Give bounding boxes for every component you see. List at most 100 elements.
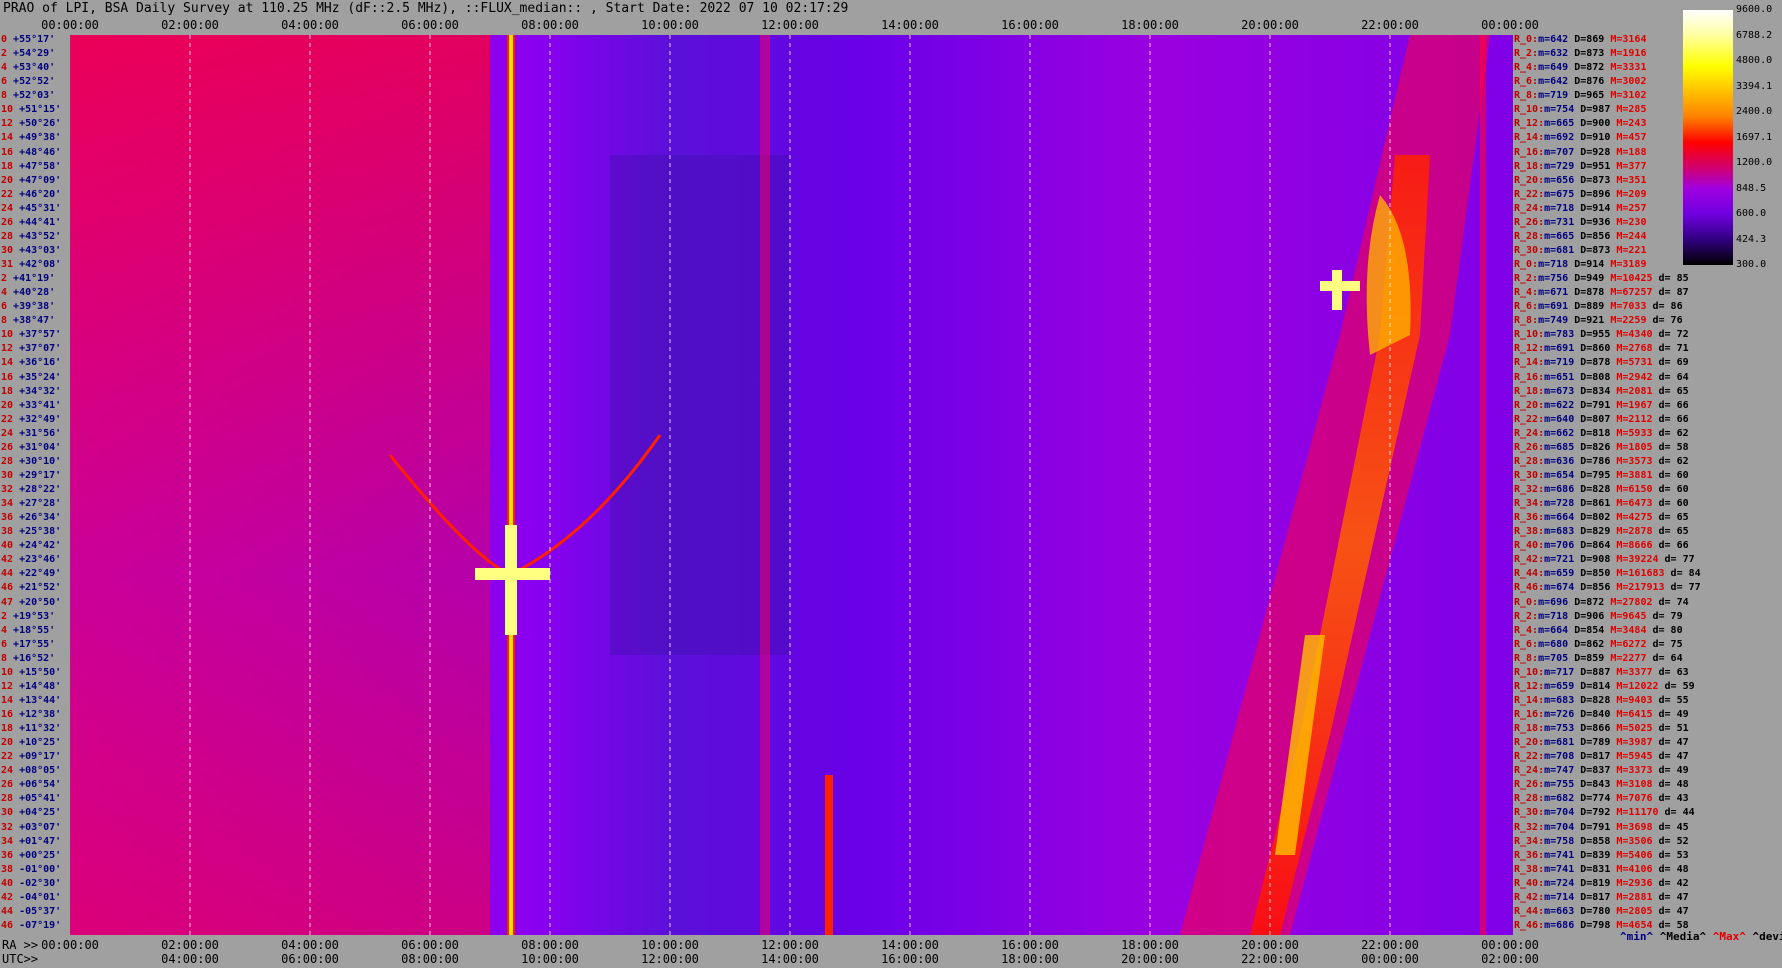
x-top-tick: 00:00:00 xyxy=(1481,18,1539,32)
x-utc-tick: 02:00:00 xyxy=(1481,952,1539,966)
stats-row: R_0:m=718 D=914 M=3189 xyxy=(1514,259,1647,270)
stats-row: R_42:m=721 D=908 M=39224 d= 77 xyxy=(1514,554,1695,566)
y-tick: 30 +29°17' xyxy=(1,469,62,481)
y-tick: 16 +48°46' xyxy=(1,146,62,158)
source-cygnus-v xyxy=(1332,270,1342,310)
x-ra-tick: 20:00:00 xyxy=(1241,938,1299,952)
colorbar xyxy=(1683,10,1733,265)
colorbar-tick: 848.5 xyxy=(1736,182,1767,194)
stats-row: R_28:m=682 D=774 M=7076 d= 43 xyxy=(1514,793,1689,805)
y-tick: 36 +00°25' xyxy=(1,849,62,861)
x-ra-tick: 22:00:00 xyxy=(1361,938,1419,952)
y-tick: 30 +04°25' xyxy=(1,807,62,819)
y-tick: 2 +41°19' xyxy=(1,273,56,285)
y-tick: 47 +20°50' xyxy=(1,596,62,608)
stats-row: R_12:m=659 D=814 M=12022 d= 59 xyxy=(1514,680,1695,692)
stats-row: R_40:m=706 D=864 M=8666 d= 66 xyxy=(1514,540,1689,552)
y-tick: 12 +14°48' xyxy=(1,680,62,692)
x-top-tick: 12:00:00 xyxy=(761,18,819,32)
x-top-tick: 00:00:00 xyxy=(41,18,99,32)
stats-row: R_4:m=664 D=854 M=3484 d= 80 xyxy=(1514,624,1683,636)
y-tick: 14 +49°38' xyxy=(1,132,62,144)
stats-row: R_44:m=659 D=850 M=161683 d= 84 xyxy=(1514,568,1701,580)
stats-row: R_0:m=696 D=872 M=27802 d= 74 xyxy=(1514,596,1689,608)
y-tick: 18 +34°32' xyxy=(1,385,62,397)
x-ra-tick: 16:00:00 xyxy=(1001,938,1059,952)
stats-row: R_4:m=671 D=878 M=67257 d= 87 xyxy=(1514,287,1689,299)
x-utc-tick: 08:00:00 xyxy=(401,952,459,966)
y-tick: 2 +54°29' xyxy=(1,48,56,60)
y-tick: 30 +43°03' xyxy=(1,244,62,256)
y-tick: 16 +12°38' xyxy=(1,709,62,720)
stats-row: R_22:m=675 D=896 M=209 xyxy=(1514,188,1647,200)
stats-row: R_28:m=665 D=856 M=244 xyxy=(1514,230,1647,242)
column-right xyxy=(1480,35,1486,935)
colorbar-tick: 1200.0 xyxy=(1736,157,1773,168)
stats-row: R_30:m=704 D=792 M=11170 d= 44 xyxy=(1514,807,1695,819)
stats-row: R_8:m=705 D=859 M=2277 d= 64 xyxy=(1514,652,1683,664)
y-tick: 32 +28°22' xyxy=(1,484,62,495)
y-tick: 14 +36°16' xyxy=(1,357,62,369)
stats-row: R_12:m=665 D=900 M=243 xyxy=(1514,118,1647,130)
bright-source-v xyxy=(505,525,517,635)
stats-row: R_6:m=680 D=862 M=6272 d= 75 xyxy=(1514,638,1683,650)
stats-legend: ^min^ ^Media^ ^Max^ ^devia^ xyxy=(1620,930,1782,943)
x-utc-tick: 20:00:00 xyxy=(1121,952,1179,966)
stats-row: R_26:m=685 D=826 M=1805 d= 58 xyxy=(1514,441,1689,453)
stats-row: R_16:m=651 D=808 M=2942 d= 64 xyxy=(1514,371,1689,383)
y-tick: 28 +30°10' xyxy=(1,455,62,467)
stats-legend-item: ^Max^ xyxy=(1712,930,1753,943)
stats-row: R_16:m=707 D=928 M=188 xyxy=(1514,146,1647,158)
stats-legend-item: ^min^ xyxy=(1620,930,1660,943)
y-tick: 18 +47°58' xyxy=(1,160,62,172)
y-tick: 44 +22°49' xyxy=(1,568,62,580)
x-top-tick: 04:00:00 xyxy=(281,18,339,32)
utc-prefix: UTC>> xyxy=(2,952,39,966)
x-top-tick: 06:00:00 xyxy=(401,18,459,32)
stats-row: R_46:m=674 D=856 M=217913 d= 77 xyxy=(1514,582,1701,594)
y-tick: 22 +32°49' xyxy=(1,413,62,425)
colorbar-tick: 3394.1 xyxy=(1736,80,1773,92)
stats-row: R_18:m=729 D=951 M=377 xyxy=(1514,160,1647,172)
galactic-emission-left xyxy=(70,35,490,935)
colorbar-tick: 6788.2 xyxy=(1736,29,1773,41)
stats-row: R_34:m=758 D=858 M=3506 d= 52 xyxy=(1514,835,1689,847)
y-tick: 10 +51°15' xyxy=(1,104,62,116)
x-ra-tick: 04:00:00 xyxy=(281,938,339,952)
stats-row: R_30:m=654 D=795 M=3881 d= 60 xyxy=(1514,469,1689,481)
heatmap-plot xyxy=(70,35,1513,935)
colorbar-tick: 2400.0 xyxy=(1736,106,1773,117)
stats-row: R_24:m=718 D=914 M=257 xyxy=(1514,202,1647,214)
y-tick: 12 +50°26' xyxy=(1,118,62,130)
colorbar-tick: 300.0 xyxy=(1736,259,1767,270)
stats-legend-item: ^devia^ xyxy=(1752,930,1782,943)
x-ra-tick: 00:00:00 xyxy=(41,938,99,952)
y-tick: 32 +03°07' xyxy=(1,821,62,833)
y-tick: 26 +06°54' xyxy=(1,779,62,791)
x-utc-tick: 18:00:00 xyxy=(1001,952,1059,966)
y-tick: 42 +23°46' xyxy=(1,554,62,566)
y-tick: 44 -05°37' xyxy=(1,905,62,917)
x-top-tick: 20:00:00 xyxy=(1241,18,1299,32)
y-tick: 31 +42°08' xyxy=(1,259,62,270)
x-top-tick: 22:00:00 xyxy=(1361,18,1419,32)
y-tick: 38 +25°38' xyxy=(1,526,62,538)
y-tick: 8 +38°47' xyxy=(1,315,56,327)
stats-row: R_6:m=642 D=876 M=3002 xyxy=(1514,76,1647,88)
x-top-tick: 02:00:00 xyxy=(161,18,219,32)
stats-row: R_16:m=726 D=840 M=6415 d= 49 xyxy=(1514,709,1689,720)
stats-row: R_8:m=749 D=921 M=2259 d= 76 xyxy=(1514,315,1683,327)
stats-row: R_20:m=656 D=873 M=351 xyxy=(1514,174,1647,186)
y-tick: 4 +40°28' xyxy=(1,287,56,299)
stats-row: R_2:m=756 D=949 M=10425 d= 85 xyxy=(1514,273,1689,285)
stats-row: R_42:m=714 D=817 M=2881 d= 47 xyxy=(1514,891,1689,903)
y-tick: 34 +27°28' xyxy=(1,498,62,510)
x-top-tick: 08:00:00 xyxy=(521,18,579,32)
colorbar-tick: 1697.1 xyxy=(1736,131,1773,143)
x-utc-tick: 00:00:00 xyxy=(1361,952,1419,966)
stats-row: R_12:m=691 D=860 M=2768 d= 71 xyxy=(1514,343,1689,355)
stats-row: R_44:m=663 D=780 M=2805 d= 47 xyxy=(1514,905,1689,917)
y-tick: 28 +43°52' xyxy=(1,230,62,242)
source-column-core xyxy=(509,35,513,935)
y-tick: 20 +47°09' xyxy=(1,174,62,186)
